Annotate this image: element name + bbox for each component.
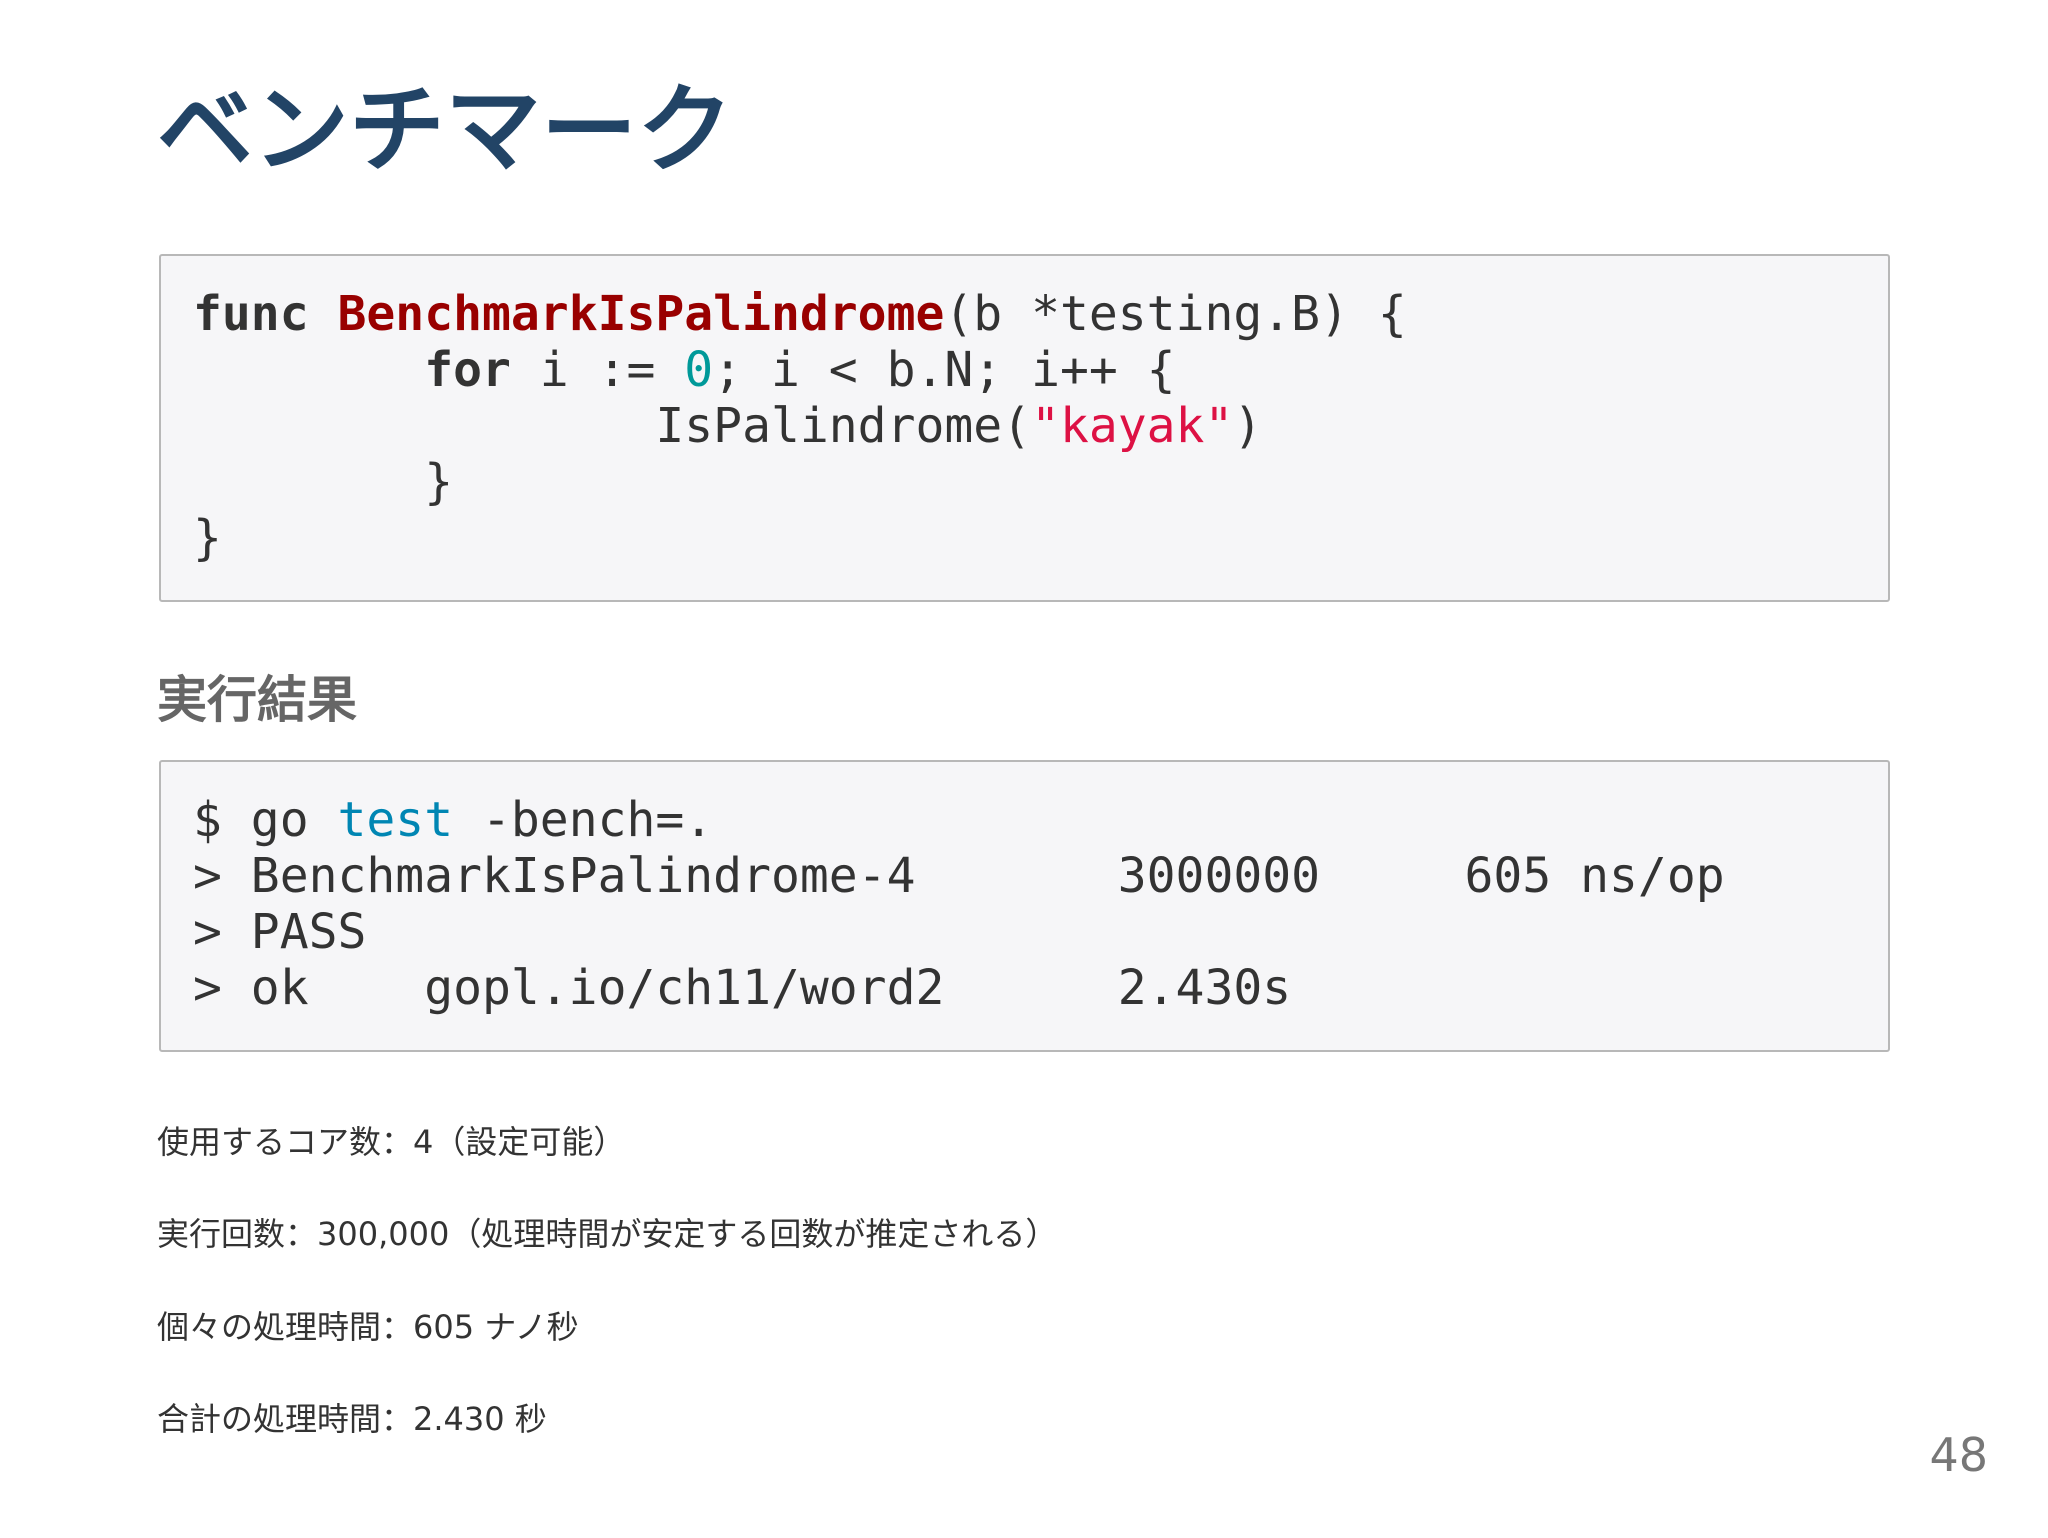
code-keyword-func: func xyxy=(193,286,309,342)
output-line-2: > BenchmarkIsPalindrome-4 3000000 605 ns… xyxy=(193,848,1725,904)
code-call: IsPalindrome( xyxy=(193,398,1032,454)
output-prompt: $ go xyxy=(193,792,338,848)
page-number: 48 xyxy=(1929,1428,1988,1482)
note-total-time: 合計の処理時間：2.430 秒 xyxy=(157,1400,547,1438)
code-keyword-for: for xyxy=(424,342,511,398)
output-command: test xyxy=(337,792,454,848)
note-cores: 使用するコア数：4（設定可能） xyxy=(157,1123,626,1161)
code-line-1: func BenchmarkIsPalindrome(b *testing.B)… xyxy=(193,286,1856,342)
code-line-4: } xyxy=(193,454,454,510)
code-loop-condition: ; i < b.N; i++ { xyxy=(713,342,1176,398)
code-line-3: IsPalindrome("kayak") xyxy=(193,398,1856,454)
output-line-3: > PASS xyxy=(193,904,367,960)
note-per-op-time: 個々の処理時間：605 ナノ秒 xyxy=(157,1308,579,1346)
code-number-literal: 0 xyxy=(684,342,714,398)
result-heading: 実行結果 xyxy=(157,671,357,729)
output-line-1: $ go test -bench=. xyxy=(193,792,1856,848)
code-signature: (b *testing.B) { xyxy=(944,286,1407,342)
slide-title: ベンチマーク xyxy=(157,74,733,186)
output-line-4: > ok gopl.io/ch11/word2 2.430s xyxy=(193,960,1292,1016)
output-flags: -bench=. xyxy=(453,792,714,848)
code-loop-init: i := xyxy=(510,342,685,398)
code-line-2: for i := 0; i < b.N; i++ { xyxy=(193,342,1856,398)
code-block-benchmark-output: $ go test -bench=. > BenchmarkIsPalindrom… xyxy=(159,760,1890,1052)
code-call-close: ) xyxy=(1233,398,1263,454)
code-string-literal: "kayak" xyxy=(1031,398,1234,454)
code-block-benchmark-function: func BenchmarkIsPalindrome(b *testing.B)… xyxy=(159,254,1890,602)
note-iterations: 実行回数：300,000（処理時間が安定する回数が推定される） xyxy=(157,1215,1058,1253)
code-function-name: BenchmarkIsPalindrome xyxy=(337,286,945,342)
code-line-5: } xyxy=(193,510,222,566)
